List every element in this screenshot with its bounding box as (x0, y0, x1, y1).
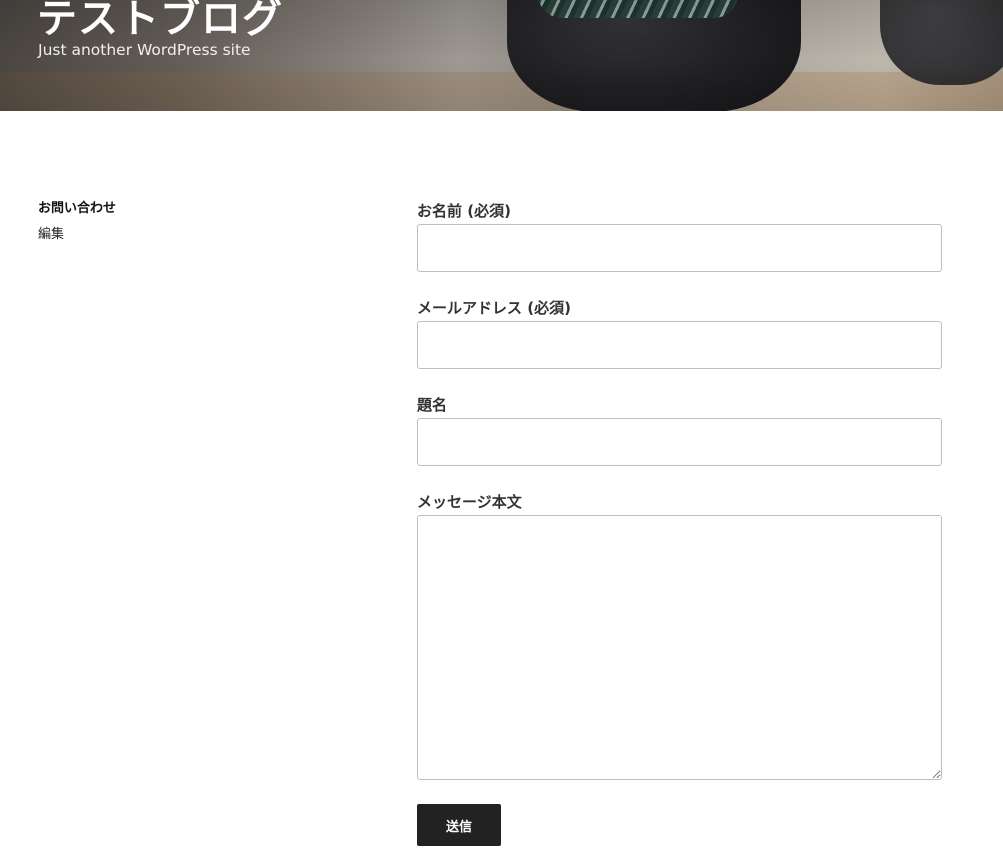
subject-label: 題名 (417, 396, 448, 414)
site-header: テストブログ Just another WordPress site (0, 0, 1003, 111)
name-field-group: お名前 (必須) (417, 201, 942, 272)
page-header-sidebar: お問い合わせ 編集 (38, 200, 338, 244)
name-input[interactable] (417, 224, 942, 272)
email-input[interactable] (417, 321, 942, 369)
contact-form: お名前 (必須) メールアドレス (必須) 題名 メッセージ本文 送信 (417, 201, 942, 846)
page-title: お問い合わせ (38, 201, 117, 216)
email-field-group: メールアドレス (必須) (417, 298, 942, 369)
edit-link[interactable]: 編集 (38, 226, 64, 244)
subject-input[interactable] (417, 418, 942, 466)
message-textarea[interactable] (417, 515, 942, 780)
submit-button[interactable]: 送信 (417, 804, 501, 846)
name-label: お名前 (必須) (417, 202, 511, 220)
site-description: Just another WordPress site (38, 41, 251, 59)
message-label: メッセージ本文 (417, 493, 522, 511)
message-field-group: メッセージ本文 (417, 492, 942, 780)
site-title[interactable]: テストブログ (37, 0, 283, 44)
email-label: メールアドレス (必須) (417, 299, 571, 317)
subject-field-group: 題名 (417, 395, 942, 466)
